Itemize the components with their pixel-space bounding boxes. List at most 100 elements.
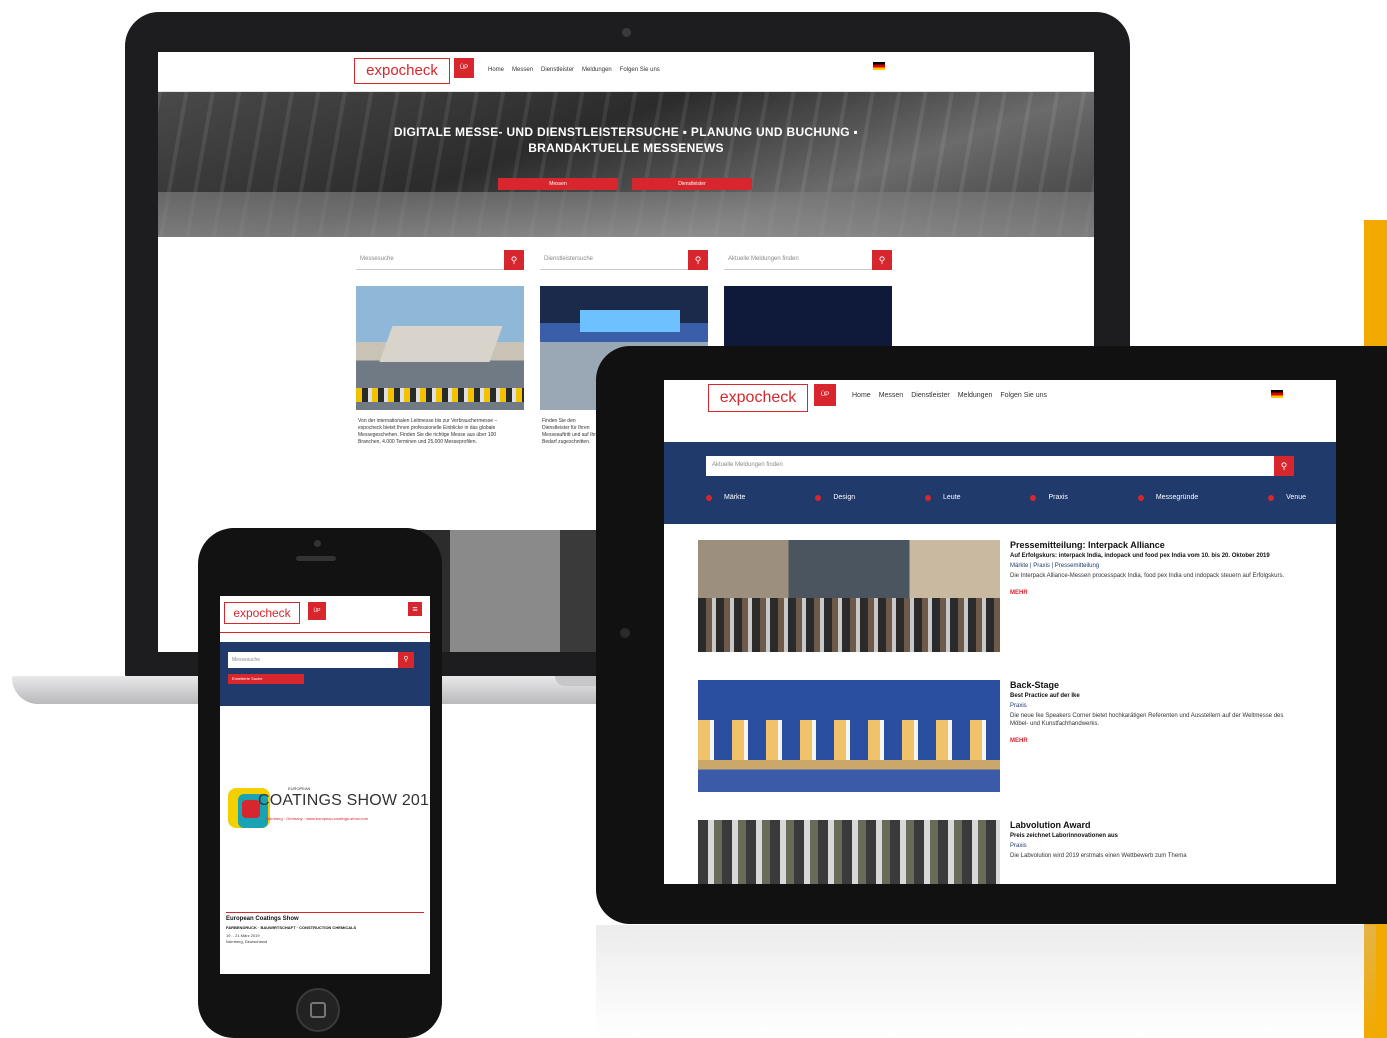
phone-speaker xyxy=(296,556,336,561)
hero-banner: DIGITALE MESSE- UND DIENSTLEISTERSUCHE ▪… xyxy=(158,92,1094,237)
hamburger-menu-icon[interactable]: ≡ xyxy=(408,602,422,616)
phone-logo[interactable]: expocheck xyxy=(224,602,300,624)
laptop-camera xyxy=(622,28,631,37)
advanced-search-button[interactable]: Erweiterte Suche xyxy=(228,674,304,684)
nav-item-meldungen[interactable]: Meldungen xyxy=(582,67,612,73)
category-label: Leute xyxy=(943,494,961,501)
article-image[interactable] xyxy=(698,820,1000,884)
article-image[interactable] xyxy=(698,680,1000,792)
news-article[interactable]: Labvolution Award Preis zeichnet Laborin… xyxy=(698,820,1300,884)
search-dienstleister[interactable]: Dienstleistersuche ⚲ xyxy=(540,250,708,270)
hero-button-messen[interactable]: Messen xyxy=(498,178,618,190)
de-flag-icon xyxy=(873,62,885,70)
laptop-navbar: expocheck ÜP Home Messen Dienstleister M… xyxy=(158,52,1094,92)
category-label: Messegründe xyxy=(1155,494,1199,501)
checkbox-icon xyxy=(815,494,822,501)
news-article[interactable]: Pressemitteilung: Interpack Alliance Auf… xyxy=(698,540,1300,652)
language-switcher[interactable] xyxy=(1268,390,1283,398)
search-icon[interactable]: ⚲ xyxy=(872,250,892,270)
article-image[interactable] xyxy=(698,540,1000,652)
language-switcher[interactable] xyxy=(870,62,885,70)
crowd-shape xyxy=(356,388,524,402)
nav-item-home[interactable]: Home xyxy=(852,392,871,399)
event-info: European Coatings Show FARBENDRUCK · BAU… xyxy=(226,916,424,945)
tablet-nav-menu: Home Messen Dienstleister Meldungen Folg… xyxy=(852,392,1047,399)
category-label: Märkte xyxy=(724,494,746,501)
hero-floor xyxy=(158,192,1094,237)
news-search-input[interactable]: Aktuelle Meldungen finden ⚲ xyxy=(706,456,1294,476)
article-meta[interactable]: Märkte | Praxis | Pressemitteilung xyxy=(1010,563,1302,569)
news-search-panel: Aktuelle Meldungen finden ⚲ Märkte Desig… xyxy=(664,442,1336,524)
article-meta[interactable]: Praxis xyxy=(1010,703,1302,709)
nav-item-dienstleister[interactable]: Dienstleister xyxy=(541,67,574,73)
hero-button-dienstleister[interactable]: Dienstleister xyxy=(632,178,752,190)
search-icon[interactable]: ⚲ xyxy=(688,250,708,270)
article-title[interactable]: Pressemitteilung: Interpack Alliance xyxy=(1010,540,1302,550)
category-maerkte[interactable]: Märkte xyxy=(706,494,745,501)
article-subtitle: Best Practice auf der Ike xyxy=(1010,693,1080,699)
search-meldungen[interactable]: Aktuelle Meldungen finden ⚲ xyxy=(724,250,892,270)
laptop-logo[interactable]: expocheck xyxy=(354,58,450,84)
phone-search-input[interactable]: Messesuche ⚲ xyxy=(228,652,414,668)
phone-search-panel: Messesuche ⚲ Erweiterte Suche xyxy=(220,642,430,706)
article-subtitle: Preis zeichnet Laborinnovationen aus xyxy=(1010,833,1119,839)
pavilion-shape xyxy=(379,326,503,362)
category-leute[interactable]: Leute xyxy=(925,494,961,501)
article-text: Back-Stage Best Practice auf der Ike Pra… xyxy=(1010,680,1302,744)
checkbox-icon xyxy=(1137,494,1144,501)
tablet-navbar: expocheck ÜP Home Messen Dienstleister M… xyxy=(664,380,1336,432)
card-text-messen: Von der internationalen Leitmesse bis zu… xyxy=(358,418,498,445)
checkbox-icon xyxy=(1268,494,1275,501)
category-label: Design xyxy=(833,494,856,501)
card-text-dienstleister: Finden Sie den Dienstleister für Ihren M… xyxy=(542,418,602,445)
search-placeholder: Aktuelle Meldungen finden xyxy=(712,462,783,468)
nav-item-messen[interactable]: Messen xyxy=(879,392,904,399)
article-title[interactable]: Back-Stage xyxy=(1010,680,1302,690)
article-meta[interactable]: Praxis xyxy=(1010,843,1302,849)
divider xyxy=(226,912,424,913)
search-icon[interactable]: ⚲ xyxy=(504,250,524,270)
banner-subtitle: Nürnberg · Germany · www.european-coatin… xyxy=(266,816,369,821)
category-label: Praxis xyxy=(1048,494,1068,501)
category-venue[interactable]: Venue xyxy=(1268,494,1306,501)
event-title[interactable]: European Coatings Show xyxy=(226,916,424,922)
article-more-link[interactable]: MEHR xyxy=(1010,590,1302,596)
category-filter: Märkte Design Leute Praxis Messegründe V… xyxy=(706,494,1306,501)
booth-sign xyxy=(580,310,680,332)
home-icon xyxy=(310,1002,326,1018)
tablet-reflection xyxy=(596,925,1376,1038)
tablet-camera xyxy=(620,628,630,638)
search-placeholder: Messesuche xyxy=(232,657,261,663)
tablet-logo[interactable]: expocheck xyxy=(708,384,808,412)
tablet-screen: expocheck ÜP Home Messen Dienstleister M… xyxy=(664,380,1336,884)
article-title[interactable]: Labvolution Award xyxy=(1010,820,1302,830)
category-design[interactable]: Design xyxy=(815,494,855,501)
nav-item-messen[interactable]: Messen xyxy=(512,67,533,73)
article-text: Pressemitteilung: Interpack Alliance Auf… xyxy=(1010,540,1302,596)
card-image-messen[interactable] xyxy=(356,286,524,410)
nav-item-folgen[interactable]: Folgen Sie uns xyxy=(1000,392,1047,399)
search-icon[interactable]: ⚲ xyxy=(398,652,414,668)
article-body: Die Interpack Alliance-Messen processpac… xyxy=(1010,573,1285,579)
nav-item-folgen[interactable]: Folgen Sie uns xyxy=(620,67,660,73)
checkbox-icon xyxy=(706,494,712,501)
phone-camera xyxy=(314,540,321,547)
laptop-nav-menu: Home Messen Dienstleister Meldungen Folg… xyxy=(488,67,660,73)
category-messegruende[interactable]: Messegründe xyxy=(1137,494,1199,501)
laptop-logo-badge: ÜP xyxy=(454,58,474,78)
news-article[interactable]: Back-Stage Best Practice auf der Ike Pra… xyxy=(698,680,1300,792)
nav-item-meldungen[interactable]: Meldungen xyxy=(958,392,993,399)
phone-logo-badge: ÜP xyxy=(308,602,326,620)
article-more-link[interactable]: MEHR xyxy=(1010,738,1302,744)
phone-screen: expocheck ÜP ≡ Messesuche ⚲ Erweiterte S… xyxy=(220,596,430,974)
search-messe[interactable]: Messesuche ⚲ xyxy=(356,250,524,270)
article-body: Die Labvolution wird 2019 erstmals einen… xyxy=(1010,853,1187,859)
event-banner[interactable]: EUROPEAN COATINGS SHOW 2019 Nürnberg · G… xyxy=(226,786,430,840)
event-tags: FARBENDRUCK · BAUWIRTSCHAFT · CONSTRUCTI… xyxy=(226,925,357,930)
category-praxis[interactable]: Praxis xyxy=(1030,494,1068,501)
banner-kicker: EUROPEAN xyxy=(288,786,311,791)
nav-item-dienstleister[interactable]: Dienstleister xyxy=(911,392,950,399)
search-icon[interactable]: ⚲ xyxy=(1274,456,1294,476)
tablet-logo-badge: ÜP xyxy=(814,384,836,406)
nav-item-home[interactable]: Home xyxy=(488,67,504,73)
